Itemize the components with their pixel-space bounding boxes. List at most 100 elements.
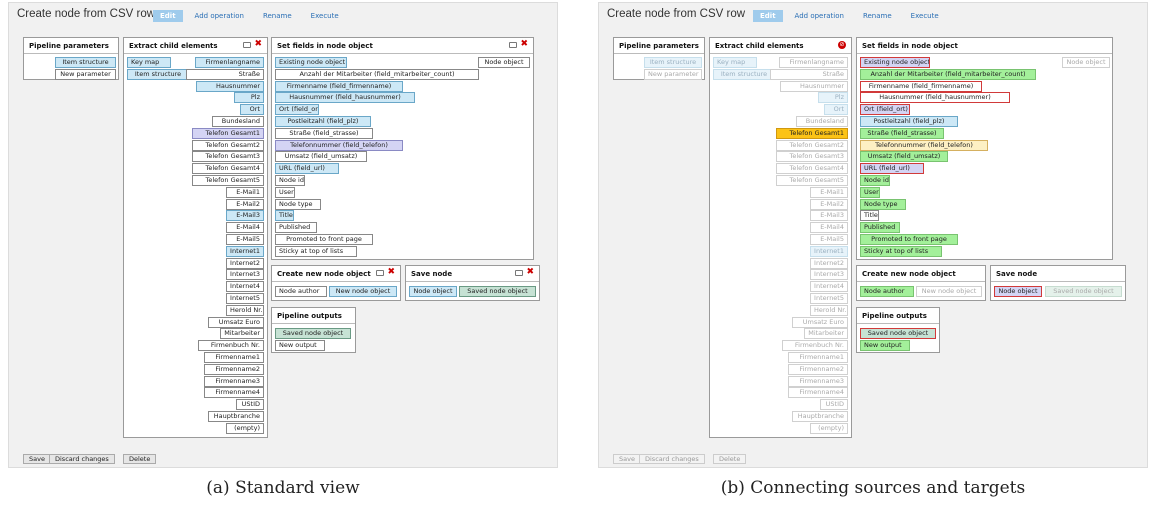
extracted-field-port[interactable]: Ort [240,104,264,116]
node-field-input[interactable]: Published [275,222,317,234]
extracted-field-port[interactable]: Ort [824,104,848,116]
extracted-field-port[interactable]: Internet4 [810,281,848,293]
extracted-field-port[interactable]: Hauptbranche [792,411,848,422]
extracted-field-port[interactable]: Firmenname3 [204,375,264,387]
extracted-field-port[interactable]: Telefon Gesamt5 [776,175,848,186]
extracted-field-port[interactable]: Mitarbeiter [220,328,264,340]
extracted-field-port[interactable]: Firmenname4 [204,387,264,399]
node-field-input[interactable]: Telefonnummer (field_telefon) [275,139,403,151]
extracted-field-port[interactable]: Internet2 [226,257,264,269]
pipeline-param-item-structure[interactable]: Item structure [55,57,116,68]
extracted-field-port[interactable]: Umsatz Euro [208,316,264,328]
extracted-field-port[interactable]: E-Mail2 [810,198,848,210]
extracted-field-port[interactable]: Straße [186,68,264,80]
node-field-input[interactable]: Hausnummer (field_hausnummer) [275,92,415,104]
node-field-input[interactable]: Node id [860,175,890,186]
node-object-output[interactable]: Node object [478,57,530,68]
output-saved-node-object[interactable]: Saved node object [860,328,936,339]
minimize-icon[interactable] [509,41,518,48]
extracted-field-port[interactable]: Internet3 [226,269,264,281]
close-icon[interactable]: ✖ [387,268,395,277]
extracted-field-port[interactable]: UStID [820,399,848,411]
extracted-field-port[interactable]: Umsatz Euro [792,316,848,328]
delete-button[interactable]: Delete [713,454,747,464]
minimize-icon[interactable] [243,41,252,48]
node-field-input[interactable]: Umsatz (field_umsatz) [860,151,948,163]
extracted-field-port[interactable]: Internet5 [226,293,264,304]
saved-node-object-output[interactable]: Saved node object [459,286,536,297]
node-field-input[interactable]: Title [860,210,879,222]
extracted-field-port[interactable]: Telefon Gesamt2 [192,139,264,151]
node-field-input[interactable]: Umsatz (field_umsatz) [275,151,367,163]
extracted-field-port[interactable]: Firmenname3 [788,375,848,387]
new-node-object-output[interactable]: New node object [329,286,397,297]
extracted-field-port[interactable]: Telefon Gesamt2 [776,139,848,151]
saved-node-object-output[interactable]: Saved node object [1045,286,1122,297]
extracted-field-port[interactable]: E-Mail5 [810,234,848,245]
extracted-field-port[interactable]: Firmenname2 [204,363,264,375]
minimize-icon[interactable] [376,269,385,276]
node-field-input[interactable]: Postleitzahl (field_plz) [275,116,371,127]
close-icon[interactable]: ✖ [526,268,534,277]
node-field-input[interactable]: Sticky at top of lists [860,245,942,257]
save-button[interactable]: Save [23,454,51,464]
pipeline-param-new-parameter[interactable]: New parameter [55,69,116,80]
close-icon[interactable]: ✖ [254,40,262,49]
node-field-input[interactable]: Node id [275,175,305,186]
node-field-input[interactable]: Node type [275,198,321,210]
extracted-field-port[interactable]: Herold Nr. [810,304,848,316]
save-node-input[interactable]: Node object [994,286,1042,297]
node-field-input[interactable]: Straße (field_strasse) [860,127,944,139]
tab-edit[interactable]: Edit [153,10,183,22]
output-new-output[interactable]: New output [860,340,910,351]
node-field-input[interactable]: URL (field_url) [275,163,339,175]
extracted-field-port[interactable]: Firmenname4 [788,387,848,399]
key-map-port[interactable]: Key map [127,57,171,68]
extracted-field-port[interactable]: Telefon Gesamt1 [192,127,264,139]
extracted-field-port[interactable]: E-Mail2 [226,198,264,210]
extracted-field-port[interactable]: Hausnummer [196,80,264,92]
output-saved-node-object[interactable]: Saved node object [275,328,351,339]
extracted-field-port[interactable]: E-Mail3 [810,210,848,222]
extracted-field-port[interactable]: Hausnummer [780,80,848,92]
extracted-field-port[interactable]: Hauptbranche [208,411,264,422]
extracted-field-port[interactable]: Internet2 [810,257,848,269]
node-field-input[interactable]: User [275,186,295,198]
node-field-input[interactable]: Title [275,210,294,222]
node-field-input[interactable]: Ort (field_ort) [860,104,910,116]
discard-changes-button[interactable]: Discard changes [49,454,115,464]
extracted-field-port[interactable]: Plz [818,92,848,104]
node-field-input[interactable]: Anzahl der Mitarbeiter (field_mitarbeite… [860,68,1036,80]
extracted-field-port[interactable]: Internet4 [226,281,264,293]
node-field-input[interactable]: Promoted to front page [860,234,958,245]
extracted-field-port[interactable]: Firmenname1 [204,352,264,363]
node-field-input[interactable]: Existing node object [860,57,930,68]
discard-changes-button[interactable]: Discard changes [639,454,705,464]
node-field-input[interactable]: Telefonnummer (field_telefon) [860,139,988,151]
tab-rename[interactable]: Rename [856,10,899,22]
node-field-input[interactable]: URL (field_url) [860,163,924,175]
extracted-field-port[interactable]: E-Mail3 [226,210,264,222]
extracted-field-port[interactable]: Bundesland [212,116,264,127]
extracted-field-port[interactable]: (empty) [226,422,264,434]
close-icon[interactable]: ✖ [520,40,528,49]
extracted-field-port[interactable]: E-Mail4 [810,222,848,234]
extracted-field-port[interactable]: Plz [234,92,264,104]
extracted-field-port[interactable]: UStID [236,399,264,411]
extracted-field-port[interactable]: E-Mail1 [810,186,848,198]
extracted-field-port[interactable]: E-Mail1 [226,186,264,198]
extracted-field-port[interactable]: Internet1 [810,245,848,257]
node-field-input[interactable]: Sticky at top of lists [275,245,357,257]
new-node-object-output[interactable]: New node object [916,286,982,297]
extracted-field-port[interactable]: Telefon Gesamt3 [776,151,848,163]
item-structure-port[interactable]: Item structure [713,69,775,80]
extracted-field-port[interactable]: Mitarbeiter [804,328,848,340]
extracted-field-port[interactable]: Firmenlangname [779,57,848,68]
tab-add-operation[interactable]: Add operation [188,10,251,22]
node-field-input[interactable]: Straße (field_strasse) [275,127,373,139]
delete-operation-icon[interactable]: ⊘ [838,41,846,49]
tab-execute[interactable]: Execute [304,10,346,22]
node-field-input[interactable]: Existing node object [275,57,347,68]
output-new-output[interactable]: New output [275,340,325,351]
extracted-field-port[interactable]: Firmenbuch Nr. [782,340,848,352]
